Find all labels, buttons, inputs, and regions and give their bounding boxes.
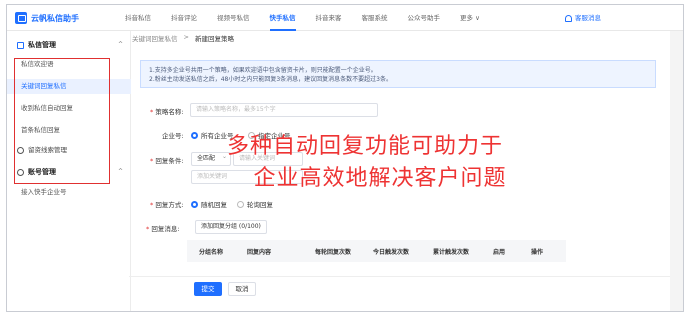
radio-unchecked-icon: [237, 200, 244, 208]
chat-logo-icon: [15, 12, 27, 24]
nav-douyin-dm[interactable]: 抖音私信: [125, 5, 151, 31]
service-messages-link[interactable]: 客服消息: [565, 5, 601, 31]
radio-poll-reply[interactable]: 轮询回复: [237, 199, 273, 209]
nav-official-account[interactable]: 公众号助手: [408, 5, 441, 31]
message-square-icon: [17, 41, 24, 49]
radio-label: 随机回复: [201, 201, 227, 209]
nav-kuaishou-dm[interactable]: 快手私信: [269, 5, 296, 31]
strategy-name-input[interactable]: 请输入策略名称，最多15个字: [190, 103, 378, 117]
breadcrumb-current: 新建回复策略: [194, 35, 234, 43]
bell-icon: [565, 14, 572, 22]
overlay-caption-line-1: 多种自动回复功能可助力于: [226, 134, 503, 159]
column-reply-content: 回复内容: [247, 249, 272, 256]
submit-button[interactable]: 提交: [194, 282, 222, 296]
breadcrumb-separator: >: [183, 33, 189, 41]
add-reply-group-button[interactable]: 添加回复分组 (0/100): [195, 220, 267, 234]
notice-label: 客服消息: [575, 14, 601, 22]
overlay-caption-line-2: 企业高效地解决客户问题: [253, 166, 507, 191]
nav-channels-dm[interactable]: 视频号私信: [217, 5, 250, 31]
reply-method-label: * 回复方式:: [150, 201, 184, 209]
strategy-name-label: * 策略名称:: [150, 108, 184, 116]
column-group-name: 分组名称: [199, 249, 224, 256]
nav-douyin-comments[interactable]: 抖音评论: [171, 5, 197, 31]
nav-douyin-laike[interactable]: 抖音来客: [316, 5, 342, 31]
radio-random-reply[interactable]: 随机回复: [191, 199, 227, 209]
column-actions: 操作: [531, 249, 544, 256]
column-today-triggers: 今日触发次数: [373, 249, 410, 256]
cancel-button[interactable]: 取消: [228, 282, 256, 296]
reply-group-table-header: 分组名称 回复内容 每轮回复次数 今日触发次数 累计触发次数 启用 操作: [187, 240, 566, 262]
radio-checked-icon: [191, 200, 198, 208]
alert-line-2: 2.粉丝主动发送私信之后，48小时之内只能回复3条消息，建议回复消息条数不要超过…: [149, 76, 392, 83]
nav-more[interactable]: 更多 ∨: [460, 5, 480, 31]
main-nav: 抖音私信 抖音评论 视频号私信 快手私信 抖音来客 客服系统 公众号助手 更多 …: [125, 5, 500, 31]
brand-name: 云帆私信助手: [31, 13, 79, 23]
column-per-round: 每轮回复次数: [315, 249, 352, 256]
top-navigation-bar: 云帆私信助手 抖音私信 抖音评论 视频号私信 快手私信 抖音来客 客服系统 公众…: [7, 5, 683, 31]
sidebar-group-dm-management[interactable]: 私信管理 ^: [7, 37, 131, 53]
sidebar-group-label: 私信管理: [28, 41, 56, 49]
column-total-triggers: 累计触发次数: [433, 249, 470, 256]
radio-label: 轮询回复: [247, 201, 273, 209]
info-alert: 1.支持多企业号共用一个策略，如果欢迎语中包含留资卡片，则只能配置一个企业号。 …: [140, 60, 656, 88]
brand[interactable]: 云帆私信助手: [15, 11, 79, 25]
breadcrumb-parent[interactable]: 关键词回复私信: [132, 33, 178, 43]
alert-line-1: 1.支持多企业号共用一个策略，如果欢迎语中包含留资卡片，则只能配置一个企业号。: [149, 67, 377, 74]
breadcrumb: 关键词回复私信 > 新建回复策略: [132, 33, 234, 43]
column-enabled: 启用: [493, 249, 506, 256]
nav-customer-service[interactable]: 客服系统: [362, 5, 388, 31]
chevron-up-icon: ^: [117, 41, 123, 48]
reply-message-label: * 回复消息:: [146, 225, 180, 233]
